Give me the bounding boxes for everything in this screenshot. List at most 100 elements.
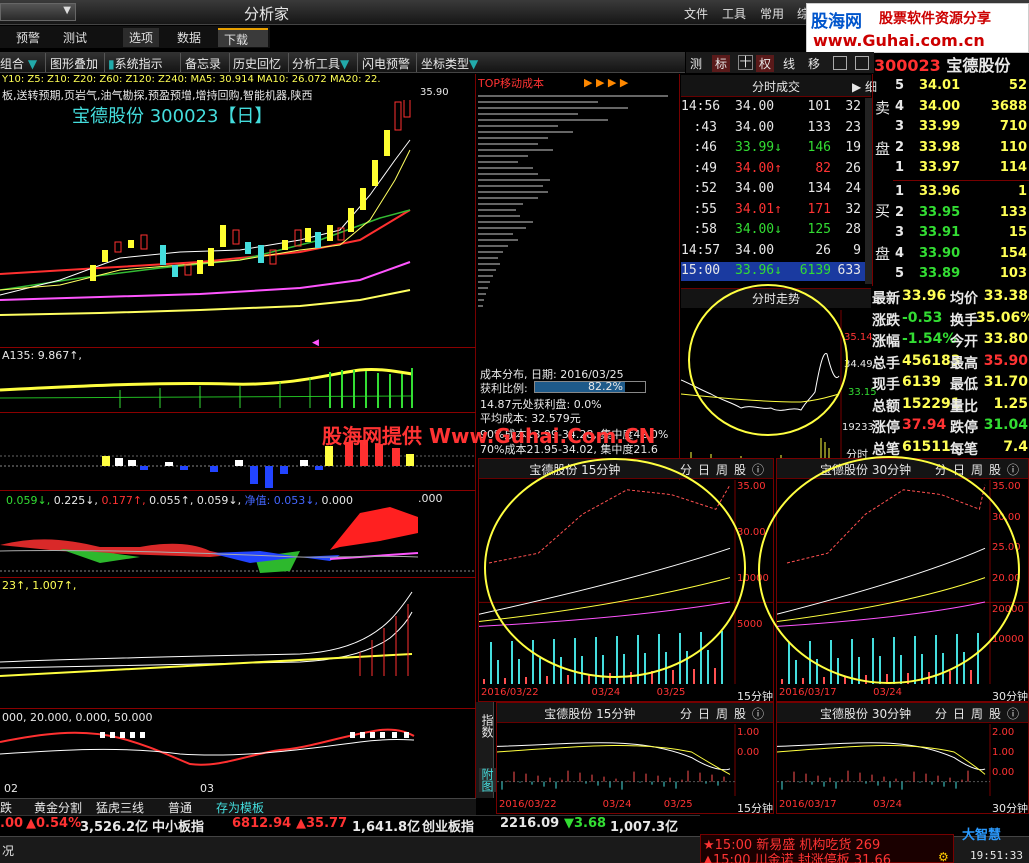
line-button[interactable]: 线 — [783, 55, 795, 72]
chevron-down-icon: ▼ — [63, 5, 71, 16]
mini-tab[interactable]: 周 — [716, 705, 728, 722]
mini-tab[interactable]: ⓘ — [1007, 461, 1019, 478]
x-label-02: 02 — [4, 782, 18, 795]
order-book-row[interactable]: 5 34.01 52 — [893, 76, 1029, 96]
ticker-item: 3,526.2亿 — [80, 820, 149, 835]
indicator3-chart[interactable] — [0, 505, 476, 575]
watermark-logo: 股海网 股票软件资源分享 www.Guhai.com.cn — [806, 3, 1029, 53]
toolbar-overlay-button[interactable]: 图形叠加 — [50, 55, 98, 72]
mini-tab[interactable]: 日 — [698, 461, 710, 478]
side-tab-index[interactable]: 指数 — [479, 714, 496, 738]
order-book-row[interactable]: 5 33.89 103 — [893, 264, 1029, 284]
mini-tab[interactable]: 日 — [953, 705, 965, 722]
tick-row[interactable]: 14:57 34.00 26 9 — [681, 242, 865, 261]
bottom-tab-fall[interactable]: 跌 — [0, 799, 12, 816]
tick-row[interactable]: :58 34.00↓ 125 28 — [681, 221, 865, 240]
mini-tab[interactable]: 股 — [734, 461, 746, 478]
mini-tab[interactable]: 周 — [971, 461, 983, 478]
bottom-tab-golden[interactable]: 黄金分割 — [34, 799, 82, 816]
tick-row[interactable]: :55 34.01↑ 171 32 — [681, 201, 865, 220]
minimize-icon[interactable] — [833, 56, 847, 70]
intraday-price-high: 35.14 — [844, 332, 873, 343]
candles — [90, 100, 411, 281]
order-book-row[interactable]: 3 33.99 710 — [893, 117, 1029, 137]
tab-data[interactable]: 数据 — [171, 28, 207, 47]
ticker-item: 1,007.3亿 — [610, 820, 679, 835]
mini-tab[interactable]: ⓘ — [752, 705, 764, 722]
order-book-row[interactable]: 1 33.97 114 — [893, 158, 1029, 178]
bottom-tab-save-template[interactable]: 存为模板 — [216, 799, 264, 816]
toolbar-history-button[interactable]: 历史回忆 — [233, 55, 281, 72]
stock-header: 300023 宝德股份 — [874, 56, 1011, 75]
mini-tab[interactable]: 股 — [734, 705, 746, 722]
stat-row: 总手 456183 最高 35.90 — [872, 352, 1028, 372]
news-item[interactable]: ▲15:00 川金诺 封涨停板 31.66 — [703, 849, 891, 863]
tick-row[interactable]: :52 34.00 134 24 — [681, 180, 865, 199]
mini-chart[interactable]: 宝德股份 30分钟分日周股 ⓘ 2.00 1.00 0.00 2016/03/17 03… — [776, 702, 1029, 814]
indicator5-chart[interactable] — [0, 724, 476, 784]
mini-tab[interactable]: 股 — [989, 461, 1001, 478]
mini-tab[interactable]: 日 — [698, 705, 710, 722]
mini-tab[interactable]: 周 — [716, 461, 728, 478]
highlight-ellipse — [758, 456, 1020, 684]
order-book-row[interactable]: 2 33.98 110 — [893, 138, 1029, 158]
mini-tab[interactable]: ⓘ — [1007, 705, 1019, 722]
toolbar-analysis-tools-button[interactable]: 分析工具▼ — [292, 55, 349, 72]
tick-list: 14:56 34.00 101 32 :43 34.00 133 23:46 33.99↓ 146… — [681, 98, 871, 284]
menu-common[interactable]: 常用 — [760, 5, 784, 22]
restore-icon[interactable] — [855, 56, 869, 70]
kline-chart[interactable] — [0, 100, 476, 340]
mini-tab[interactable]: 分 — [680, 705, 692, 722]
bottom-tab-tiger[interactable]: 猛虎三线 — [96, 799, 144, 816]
tick-row[interactable]: :43 34.00 133 23 — [681, 119, 865, 138]
side-tab-subchart[interactable]: 附图 — [479, 768, 496, 792]
toolbar-system-indicator-button[interactable]: ▮系统指示 — [108, 55, 163, 72]
window-selector[interactable]: ▼ — [0, 3, 76, 21]
indicator-icon: ▮ — [108, 57, 115, 71]
move-button[interactable]: 移 — [808, 55, 820, 72]
tab-options[interactable]: 选项 — [123, 28, 160, 47]
mini-tab[interactable]: 分 — [935, 705, 947, 722]
tab-test[interactable]: 测试 — [57, 28, 93, 47]
toolbar-combo-button[interactable]: 组合 ▼ — [0, 55, 37, 72]
indicator1-chart[interactable] — [0, 360, 476, 410]
tab-alert[interactable]: 预警 — [10, 28, 46, 47]
menu-tools[interactable]: 工具 — [722, 5, 746, 22]
dropdown-icon: ▼ — [469, 57, 479, 71]
mini-tab[interactable]: ⓘ — [752, 461, 764, 478]
cost-distribution-chart[interactable] — [478, 92, 678, 362]
tick-row[interactable]: 14:56 34.00 101 32 — [681, 98, 865, 117]
order-book-row[interactable]: 2 33.95 133 — [893, 203, 1029, 223]
ticker-item: 1,641.8亿 — [352, 820, 421, 835]
tick-row[interactable]: 15:00 33.96↓ 6139 633 — [681, 262, 865, 281]
order-book-row[interactable]: 4 33.90 154 — [893, 244, 1029, 264]
mini-tab[interactable]: 股 — [989, 705, 1001, 722]
profit-value: 82.2% — [588, 380, 623, 393]
mini-tab[interactable]: 周 — [971, 705, 983, 722]
rights-button[interactable]: 权 — [756, 55, 775, 72]
cost-tool-icons[interactable]: ▶ ▶ ▶ ▶ — [584, 76, 628, 89]
stat-row: 涨停 37.94 跌停 31.04 — [872, 417, 1028, 436]
mini-chart-title: 宝德股份 15分钟 — [544, 707, 636, 721]
app-title: 分析家 — [244, 5, 290, 23]
menu-file[interactable]: 文件 — [684, 5, 708, 22]
indicator4-chart[interactable] — [0, 590, 476, 690]
measure-button[interactable]: 测 — [690, 55, 702, 72]
ma-legend: Y10: Z5: Z10: Z20: Z60: Z120: Z240: MA5:… — [2, 74, 381, 85]
mini-chart[interactable]: 宝德股份 15分钟分日周股 ⓘ 1.00 0.00 2016/03/22 03/24 … — [496, 702, 774, 814]
tick-row[interactable]: :46 33.99↓ 146 19 — [681, 139, 865, 158]
order-book-row[interactable]: 3 33.91 15 — [893, 223, 1029, 243]
mini-chart-title: 宝德股份 30分钟 — [820, 707, 912, 721]
toolbar-axis-type-button[interactable]: 坐标类型▼ — [421, 55, 478, 72]
toolbar-memo-button[interactable]: 备忘录 — [185, 55, 221, 72]
bottom-tab-normal[interactable]: 普通 — [168, 799, 192, 816]
tab-download[interactable]: 下载 — [218, 28, 268, 47]
order-book-row[interactable]: 4 34.00 3688 — [893, 97, 1029, 117]
toolbar-flash-alert-button[interactable]: 闪电预警 — [362, 55, 410, 72]
order-book-row[interactable]: 1 33.96 1 — [893, 182, 1029, 202]
mark-button[interactable]: 标 — [712, 55, 731, 72]
crosshair-button[interactable]: 十 — [738, 55, 753, 70]
gear-icon[interactable]: ⚙ — [938, 850, 949, 863]
tick-row[interactable]: :49 34.00↑ 82 26 — [681, 160, 865, 179]
highlight-ellipse — [688, 284, 848, 436]
